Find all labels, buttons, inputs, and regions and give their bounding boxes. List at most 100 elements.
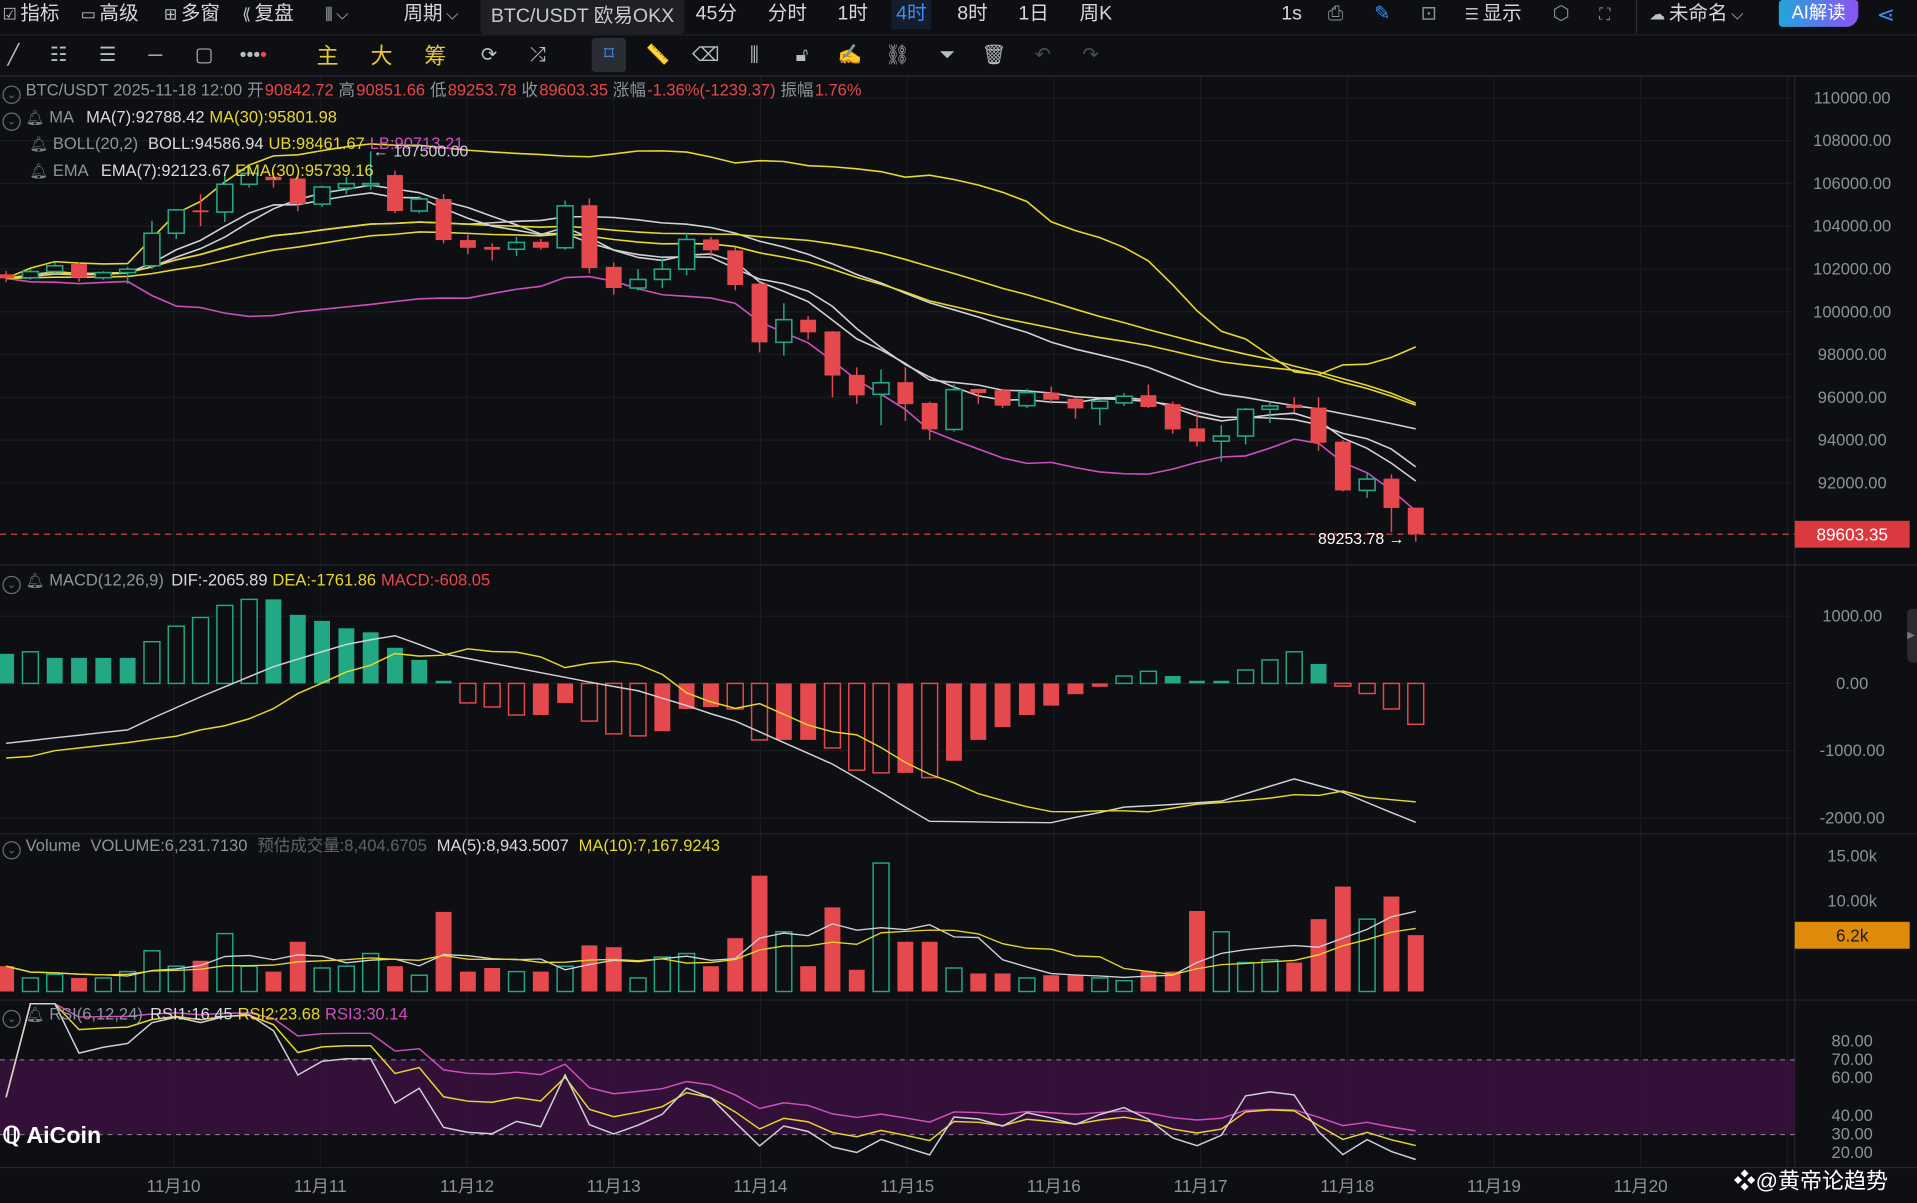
macd-bar	[71, 657, 87, 684]
more-tools-icon[interactable]: ••••	[240, 44, 267, 68]
chips-toggle[interactable]: 筹	[422, 44, 449, 68]
redo-icon[interactable]: ↷	[1077, 44, 1104, 68]
volume-bar	[313, 967, 331, 993]
symbol-selector[interactable]: BTC/USDT 欧易OKX	[480, 0, 685, 35]
collapse-icon[interactable]: ⌄	[2, 1009, 21, 1029]
collapse-icon[interactable]: ⌄	[2, 575, 21, 595]
interval-tick[interactable]: 分时	[763, 2, 812, 26]
volume-axis-label: 10.00k	[1827, 891, 1877, 911]
cloud-check-icon: ☁	[1649, 4, 1666, 24]
main-chart-toggle[interactable]: 主	[314, 44, 341, 68]
ai-analysis-button[interactable]: AI解读	[1778, 0, 1859, 27]
open-value: 90842.72	[264, 80, 334, 100]
volume-bar	[1236, 961, 1255, 993]
rsi-name[interactable]: RSI(6,12,24)	[49, 1005, 143, 1023]
rsi-axis-label: 70.00	[1831, 1050, 1873, 1069]
chart-type-dropdown[interactable]: ⫼ ⌵	[325, 2, 348, 26]
candle-down	[605, 266, 622, 289]
macd-bar	[1407, 682, 1425, 726]
volume-bar	[484, 967, 501, 992]
bell-icon[interactable]: 🔔︎	[26, 1006, 45, 1023]
macd-bar	[411, 659, 428, 684]
display-button[interactable]: ☰ 显示	[1465, 2, 1522, 26]
volume-bar	[1140, 971, 1157, 992]
interval-1h[interactable]: 1时	[833, 2, 873, 26]
macd-bar	[240, 598, 258, 685]
bell-icon[interactable]: 🔔︎	[29, 163, 48, 180]
bell-icon[interactable]: 🔔︎	[26, 572, 45, 589]
volume-bar	[581, 945, 598, 992]
candle-down	[581, 205, 598, 269]
indicator-button[interactable]: ☑ 指标	[2, 2, 59, 26]
boll-name[interactable]: BOLL(20,2)	[53, 134, 138, 152]
add-panel-icon[interactable]: ⊡	[1421, 2, 1437, 26]
volume-bar	[653, 956, 672, 993]
last-price-tag: 89603.35	[1794, 520, 1910, 548]
ema-name[interactable]: EMA	[53, 161, 89, 179]
low-value: 89253.78	[447, 80, 517, 100]
undo-icon[interactable]: ↶	[1029, 44, 1056, 68]
interval-weekly[interactable]: 周K	[1075, 2, 1117, 26]
trend-line-icon[interactable]: ╱	[0, 44, 27, 68]
collapse-icon[interactable]: ⌄	[2, 85, 21, 104]
rectangle-icon[interactable]: ▢	[191, 44, 218, 68]
high-label: 高	[338, 80, 356, 100]
volume-name[interactable]: Volume	[26, 836, 81, 854]
macd-bar	[1091, 683, 1108, 687]
fullscreen-icon[interactable]: ⛶	[1599, 2, 1610, 26]
legend-symbol: BTC/USDT	[25, 80, 109, 100]
interval-45m[interactable]: 45分	[691, 2, 742, 26]
interval-1d[interactable]: 1日	[1014, 2, 1054, 26]
advanced-button[interactable]: ▭ 高级	[81, 2, 139, 26]
filter-icon[interactable]: ⏷	[934, 44, 961, 68]
camera-icon[interactable]: ⎙	[1328, 2, 1344, 26]
candle-up	[167, 209, 185, 235]
bell-icon[interactable]: 🔔︎	[29, 136, 48, 153]
candle-down	[1164, 404, 1181, 430]
cross-drawing-icon[interactable]: ⤮	[524, 44, 551, 68]
bell-icon[interactable]: 🔔︎	[26, 109, 45, 126]
trash-icon[interactable]: 🗑︎	[981, 44, 1008, 68]
horizontal-ray-icon[interactable]: ─	[142, 44, 169, 68]
link-icon[interactable]: ⛓	[884, 44, 911, 68]
replay-button[interactable]: ⟪ 复盘	[242, 2, 294, 26]
layout-name-dropdown[interactable]: ☁ 未命名 ⌵	[1649, 2, 1743, 26]
sync-drawing-icon[interactable]: ⟳	[476, 44, 503, 68]
macd-bar	[1115, 675, 1133, 685]
note-icon[interactable]: ✍	[836, 44, 863, 68]
candle-up	[872, 381, 890, 396]
layout-name: 未命名	[1668, 3, 1728, 25]
settings-icon[interactable]: ⬡	[1553, 2, 1570, 26]
ma-name[interactable]: MA	[49, 108, 74, 126]
candle-down	[994, 390, 1011, 406]
volume-bar	[71, 977, 87, 992]
interval-8h[interactable]: 8时	[952, 2, 992, 26]
macd-legend: ⌄ 🔔︎ MACD(12,26,9) DIF:-2065.89 DEA:-1761.86…	[2, 571, 495, 595]
macd-bar	[872, 682, 890, 774]
rsi-legend: ⌄ 🔔︎ RSI(6,12,24) RSI1:16.45 RSI2:23.68 RSI3:…	[2, 1005, 412, 1029]
indicator-label: 指标	[20, 3, 60, 25]
macd-name[interactable]: MACD(12,26,9)	[49, 571, 164, 589]
eraser-icon[interactable]: ⌫	[692, 44, 720, 68]
share-icon[interactable]: ⋖	[1877, 2, 1895, 26]
pen-icon[interactable]: ✎	[1374, 2, 1390, 26]
parallel-channel-icon[interactable]: ☷	[45, 44, 72, 68]
macd-bar	[1285, 651, 1303, 685]
interval-4h[interactable]: 4时	[891, 0, 932, 30]
period-dropdown[interactable]: 周期 ⌵	[403, 2, 458, 26]
collapse-icon[interactable]: ⌄	[2, 841, 21, 860]
volume-bar	[1189, 910, 1205, 992]
refresh-rate[interactable]: 1s	[1281, 2, 1302, 26]
side-panel-toggle[interactable]: ▶	[1907, 608, 1917, 663]
multi-window-button[interactable]: ⊞ 多窗	[164, 2, 220, 26]
horizontal-lines-icon[interactable]: ☰	[94, 44, 121, 68]
measure-icon[interactable]: ⫼	[741, 44, 768, 68]
ruler-icon[interactable]: 📏	[644, 44, 671, 68]
price-axis-label: 106000.00	[1813, 174, 1892, 193]
magnet-icon[interactable]: ⌑	[591, 37, 626, 73]
time-axis-label: 11月16	[1026, 1176, 1081, 1196]
collapse-icon[interactable]: ⌄	[2, 112, 21, 131]
big-order-toggle[interactable]: 大	[368, 44, 395, 68]
open-label: 开	[247, 80, 264, 100]
lock-icon[interactable]: 🔓︎	[789, 44, 816, 68]
